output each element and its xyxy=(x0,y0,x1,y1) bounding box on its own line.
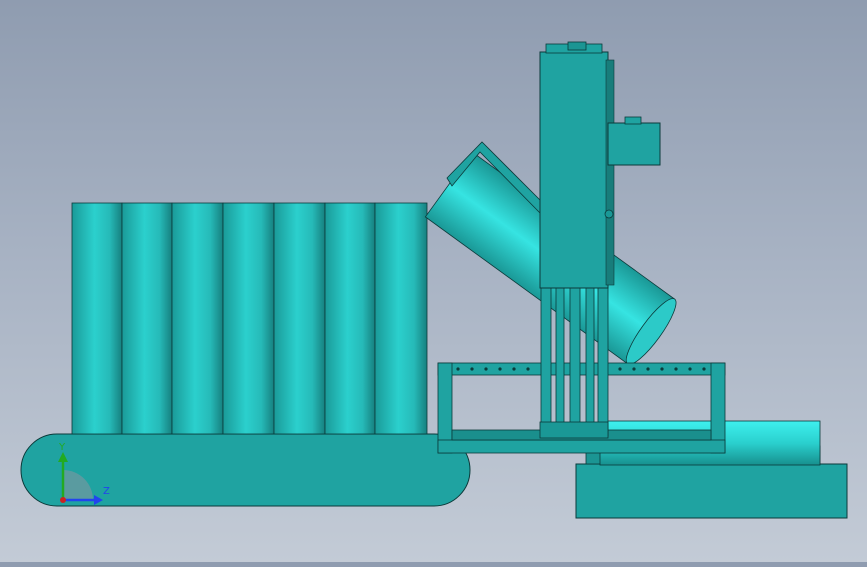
motor-lid xyxy=(624,116,642,125)
tower-top-block xyxy=(567,41,587,51)
base-block xyxy=(575,463,848,519)
sprocket xyxy=(604,209,614,219)
carriage-block xyxy=(539,421,609,439)
cylinder xyxy=(121,202,173,435)
chain-guide xyxy=(605,59,615,286)
motor-box xyxy=(607,122,661,166)
frame xyxy=(437,362,726,454)
cylinder xyxy=(374,202,428,435)
cad-model-view[interactable] xyxy=(0,0,867,562)
cylinder-row xyxy=(71,202,428,435)
cylinder xyxy=(171,202,224,435)
vertical-rails xyxy=(540,287,609,437)
triad-z-label: Z xyxy=(103,486,110,497)
cylinder xyxy=(273,202,326,435)
cad-viewport[interactable]: Y Z xyxy=(0,0,867,562)
triad-y-label: Y xyxy=(59,442,66,453)
cylinder xyxy=(222,202,275,435)
cylinder xyxy=(71,202,123,435)
tower xyxy=(539,51,609,289)
cylinder xyxy=(324,202,376,435)
